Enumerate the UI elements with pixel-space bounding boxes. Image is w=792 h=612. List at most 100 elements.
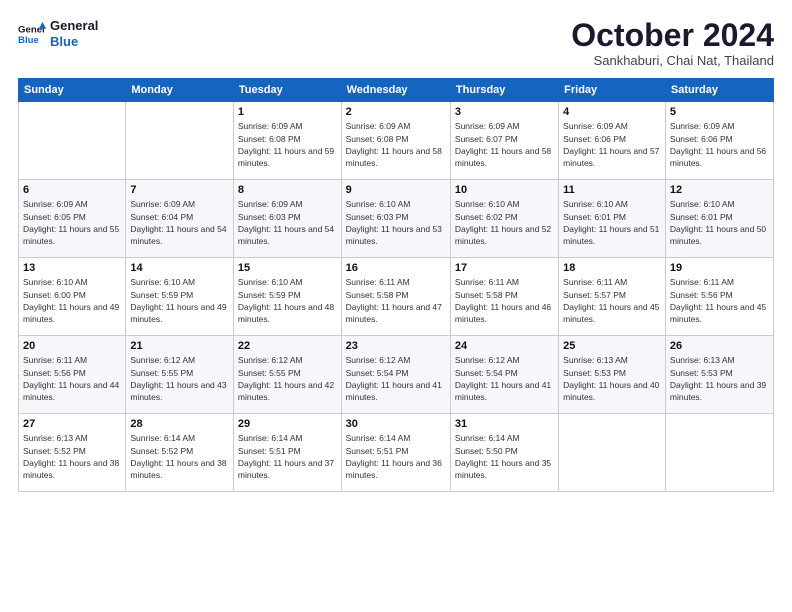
calendar-cell: 1 Sunrise: 6:09 AMSunset: 6:08 PMDaylight…	[233, 102, 341, 180]
day-info: Sunrise: 6:10 AMSunset: 6:02 PMDaylight:…	[455, 198, 554, 247]
day-info: Sunrise: 6:11 AMSunset: 5:58 PMDaylight:…	[346, 276, 446, 325]
weekday-header: Thursday	[450, 79, 558, 102]
day-number: 5	[670, 106, 769, 118]
day-info: Sunrise: 6:14 AMSunset: 5:50 PMDaylight:…	[455, 432, 554, 481]
day-number: 28	[130, 418, 229, 430]
day-info: Sunrise: 6:10 AMSunset: 6:00 PMDaylight:…	[23, 276, 121, 325]
day-info: Sunrise: 6:09 AMSunset: 6:08 PMDaylight:…	[238, 120, 337, 169]
calendar-table: SundayMondayTuesdayWednesdayThursdayFrid…	[18, 78, 774, 492]
day-info: Sunrise: 6:10 AMSunset: 6:03 PMDaylight:…	[346, 198, 446, 247]
weekday-header-row: SundayMondayTuesdayWednesdayThursdayFrid…	[19, 79, 774, 102]
day-info: Sunrise: 6:10 AMSunset: 5:59 PMDaylight:…	[238, 276, 337, 325]
day-info: Sunrise: 6:09 AMSunset: 6:07 PMDaylight:…	[455, 120, 554, 169]
day-info: Sunrise: 6:11 AMSunset: 5:56 PMDaylight:…	[23, 354, 121, 403]
calendar-cell: 24Sunrise: 6:12 AMSunset: 5:54 PMDayligh…	[450, 336, 558, 414]
day-number: 2	[346, 106, 446, 118]
day-info: Sunrise: 6:10 AMSunset: 5:59 PMDaylight:…	[130, 276, 229, 325]
day-info: Sunrise: 6:14 AMSunset: 5:51 PMDaylight:…	[238, 432, 337, 481]
day-info: Sunrise: 6:09 AMSunset: 6:06 PMDaylight:…	[563, 120, 661, 169]
day-number: 21	[130, 340, 229, 352]
day-number: 12	[670, 184, 769, 196]
day-number: 26	[670, 340, 769, 352]
calendar-cell: 9 Sunrise: 6:10 AMSunset: 6:03 PMDaylight…	[341, 180, 450, 258]
month-title: October 2024	[571, 18, 774, 53]
calendar-cell: 26 Sunrise: 6:13 AMSunset: 5:53 PMDayligh…	[665, 336, 773, 414]
day-number: 3	[455, 106, 554, 118]
calendar-cell: 30Sunrise: 6:14 AMSunset: 5:51 PMDayligh…	[341, 414, 450, 492]
day-number: 19	[670, 262, 769, 274]
calendar-cell: 6 Sunrise: 6:09 AMSunset: 6:05 PMDaylight…	[19, 180, 126, 258]
calendar-cell: 7 Sunrise: 6:09 AMSunset: 6:04 PMDaylight…	[126, 180, 234, 258]
calendar-week-row: 27 Sunrise: 6:13 AMSunset: 5:52 PMDayligh…	[19, 414, 774, 492]
day-info: Sunrise: 6:09 AMSunset: 6:04 PMDaylight:…	[130, 198, 229, 247]
day-info: Sunrise: 6:09 AMSunset: 6:06 PMDaylight:…	[670, 120, 769, 169]
day-number: 14	[130, 262, 229, 274]
day-number: 10	[455, 184, 554, 196]
day-info: Sunrise: 6:13 AMSunset: 5:52 PMDaylight:…	[23, 432, 121, 481]
calendar-cell: 21 Sunrise: 6:12 AMSunset: 5:55 PMDayligh…	[126, 336, 234, 414]
day-number: 15	[238, 262, 337, 274]
day-info: Sunrise: 6:11 AMSunset: 5:58 PMDaylight:…	[455, 276, 554, 325]
day-info: Sunrise: 6:13 AMSunset: 5:53 PMDaylight:…	[563, 354, 661, 403]
calendar-cell: 23 Sunrise: 6:12 AMSunset: 5:54 PMDayligh…	[341, 336, 450, 414]
day-info: Sunrise: 6:13 AMSunset: 5:53 PMDaylight:…	[670, 354, 769, 403]
day-number: 17	[455, 262, 554, 274]
day-number: 7	[130, 184, 229, 196]
day-number: 27	[23, 418, 121, 430]
calendar-cell: 17 Sunrise: 6:11 AMSunset: 5:58 PMDayligh…	[450, 258, 558, 336]
svg-text:Blue: Blue	[18, 34, 39, 45]
day-number: 18	[563, 262, 661, 274]
calendar-week-row: 1 Sunrise: 6:09 AMSunset: 6:08 PMDaylight…	[19, 102, 774, 180]
calendar-cell: 19 Sunrise: 6:11 AMSunset: 5:56 PMDayligh…	[665, 258, 773, 336]
calendar-cell: 10 Sunrise: 6:10 AMSunset: 6:02 PMDayligh…	[450, 180, 558, 258]
calendar-cell: 25 Sunrise: 6:13 AMSunset: 5:53 PMDayligh…	[559, 336, 666, 414]
calendar-cell: 3 Sunrise: 6:09 AMSunset: 6:07 PMDaylight…	[450, 102, 558, 180]
calendar-cell: 31 Sunrise: 6:14 AMSunset: 5:50 PMDayligh…	[450, 414, 558, 492]
day-info: Sunrise: 6:10 AMSunset: 6:01 PMDaylight:…	[563, 198, 661, 247]
day-info: Sunrise: 6:12 AMSunset: 5:54 PMDaylight:…	[346, 354, 446, 403]
day-number: 9	[346, 184, 446, 196]
calendar-cell: 15 Sunrise: 6:10 AMSunset: 5:59 PMDayligh…	[233, 258, 341, 336]
calendar-cell: 29Sunrise: 6:14 AMSunset: 5:51 PMDayligh…	[233, 414, 341, 492]
calendar-week-row: 13Sunrise: 6:10 AMSunset: 6:00 PMDayligh…	[19, 258, 774, 336]
calendar-header: SundayMondayTuesdayWednesdayThursdayFrid…	[19, 79, 774, 102]
logo-icon: General Blue	[18, 20, 46, 48]
day-info: Sunrise: 6:14 AMSunset: 5:51 PMDaylight:…	[346, 432, 446, 481]
calendar-cell: 20 Sunrise: 6:11 AMSunset: 5:56 PMDayligh…	[19, 336, 126, 414]
weekday-header: Sunday	[19, 79, 126, 102]
day-number: 22	[238, 340, 337, 352]
day-number: 20	[23, 340, 121, 352]
calendar-cell: 5 Sunrise: 6:09 AMSunset: 6:06 PMDaylight…	[665, 102, 773, 180]
calendar-cell: 27 Sunrise: 6:13 AMSunset: 5:52 PMDayligh…	[19, 414, 126, 492]
day-info: Sunrise: 6:12 AMSunset: 5:55 PMDaylight:…	[130, 354, 229, 403]
day-number: 31	[455, 418, 554, 430]
calendar-cell: 22 Sunrise: 6:12 AMSunset: 5:55 PMDayligh…	[233, 336, 341, 414]
page: General Blue General Blue October 2024 S…	[0, 0, 792, 612]
day-info: Sunrise: 6:09 AMSunset: 6:05 PMDaylight:…	[23, 198, 121, 247]
day-info: Sunrise: 6:12 AMSunset: 5:55 PMDaylight:…	[238, 354, 337, 403]
day-number: 6	[23, 184, 121, 196]
location-subtitle: Sankhaburi, Chai Nat, Thailand	[571, 53, 774, 68]
weekday-header: Tuesday	[233, 79, 341, 102]
day-info: Sunrise: 6:11 AMSunset: 5:56 PMDaylight:…	[670, 276, 769, 325]
calendar-cell: 8 Sunrise: 6:09 AMSunset: 6:03 PMDaylight…	[233, 180, 341, 258]
day-number: 23	[346, 340, 446, 352]
day-number: 24	[455, 340, 554, 352]
day-info: Sunrise: 6:09 AMSunset: 6:03 PMDaylight:…	[238, 198, 337, 247]
day-info: Sunrise: 6:10 AMSunset: 6:01 PMDaylight:…	[670, 198, 769, 247]
calendar-cell	[665, 414, 773, 492]
weekday-header: Wednesday	[341, 79, 450, 102]
header: General Blue General Blue October 2024 S…	[18, 18, 774, 68]
day-number: 1	[238, 106, 337, 118]
day-number: 25	[563, 340, 661, 352]
day-number: 4	[563, 106, 661, 118]
day-info: Sunrise: 6:09 AMSunset: 6:08 PMDaylight:…	[346, 120, 446, 169]
calendar-cell: 12 Sunrise: 6:10 AMSunset: 6:01 PMDayligh…	[665, 180, 773, 258]
calendar-cell	[126, 102, 234, 180]
calendar-cell	[19, 102, 126, 180]
calendar-cell: 18 Sunrise: 6:11 AMSunset: 5:57 PMDayligh…	[559, 258, 666, 336]
calendar-body: 1 Sunrise: 6:09 AMSunset: 6:08 PMDaylight…	[19, 102, 774, 492]
day-info: Sunrise: 6:11 AMSunset: 5:57 PMDaylight:…	[563, 276, 661, 325]
day-number: 8	[238, 184, 337, 196]
title-block: October 2024 Sankhaburi, Chai Nat, Thail…	[571, 18, 774, 68]
